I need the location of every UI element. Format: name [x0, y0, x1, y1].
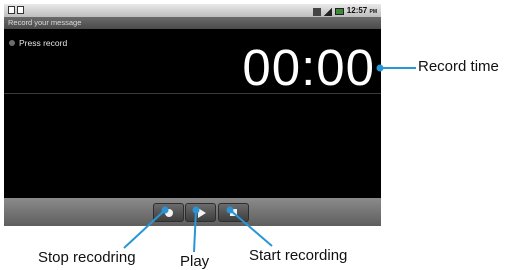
start-recording-label: Start recording: [249, 247, 348, 264]
callout-lines: [123, 64, 416, 253]
play-label: Play: [180, 253, 210, 270]
record-time-label: Record time: [418, 58, 499, 75]
stop-recording-label: Stop recodring: [38, 249, 136, 266]
